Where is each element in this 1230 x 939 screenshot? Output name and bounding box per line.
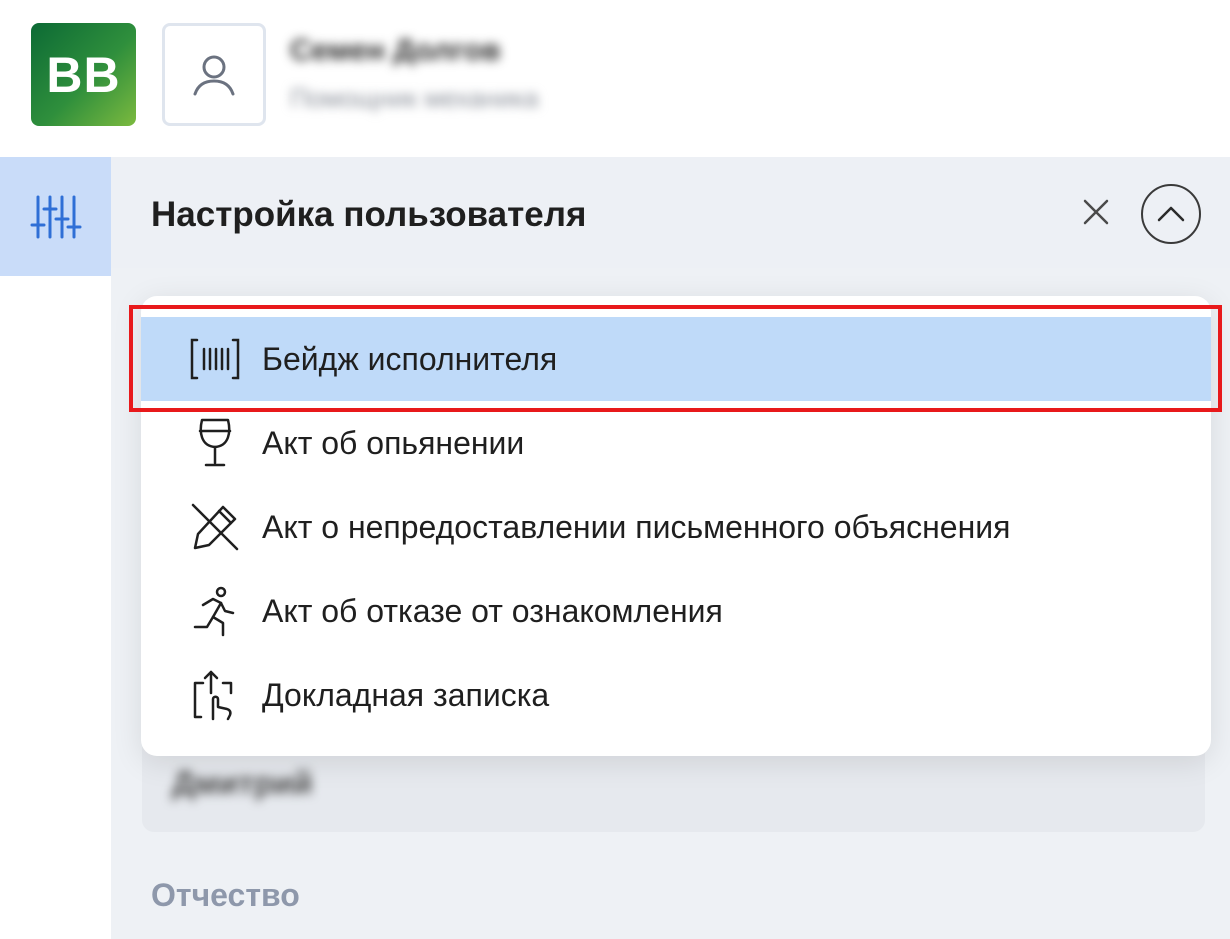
sliders-icon xyxy=(30,195,81,238)
menu-item-label: Акт об опьянении xyxy=(262,424,525,461)
running-person-icon xyxy=(189,585,241,637)
hand-upload-icon xyxy=(189,669,241,721)
menu-item-intoxication-act[interactable]: Акт об опьянении xyxy=(141,401,1211,485)
first-name-value: Дмитрий xyxy=(172,765,313,801)
user-name: Семен Долгов xyxy=(290,34,501,67)
menu-item-label: Докладная записка xyxy=(262,676,550,713)
logo-text: BB xyxy=(46,46,121,103)
user-icon xyxy=(193,55,235,95)
collapse-button[interactable] xyxy=(1141,184,1201,244)
barcode-icon xyxy=(189,333,241,385)
close-icon xyxy=(1083,199,1109,225)
chevron-up-icon xyxy=(1157,206,1185,222)
menu-item-refusal-act[interactable]: Акт об отказе от ознакомления xyxy=(141,569,1211,653)
close-button[interactable] xyxy=(1076,192,1116,232)
avatar[interactable] xyxy=(162,23,266,126)
app-page: BB Семен Долгов Помощник механика Настро… xyxy=(0,0,1230,939)
menu-item-badge[interactable]: Бейдж исполнителя xyxy=(141,317,1211,401)
wine-glass-icon xyxy=(189,417,241,469)
panel-header: Настройка пользователя xyxy=(111,157,1230,268)
app-logo: BB xyxy=(31,23,136,126)
pen-off-icon xyxy=(189,501,241,553)
panel-title: Настройка пользователя xyxy=(151,195,587,234)
patronymic-label: Отчество xyxy=(151,877,300,913)
document-dropdown-menu: Бейдж исполнителя Акт об опьянении Акт о… xyxy=(141,296,1211,756)
menu-item-label: Акт о непредоставлении письменного объяс… xyxy=(262,508,1011,545)
menu-item-memo[interactable]: Докладная записка xyxy=(141,653,1211,737)
menu-item-label: Акт об отказе от ознакомления xyxy=(262,592,723,629)
menu-item-no-explanation-act[interactable]: Акт о непредоставлении письменного объяс… xyxy=(141,485,1211,569)
settings-rail-button[interactable] xyxy=(0,157,111,276)
menu-item-label: Бейдж исполнителя xyxy=(262,340,558,377)
user-role: Помощник механика xyxy=(290,83,539,113)
